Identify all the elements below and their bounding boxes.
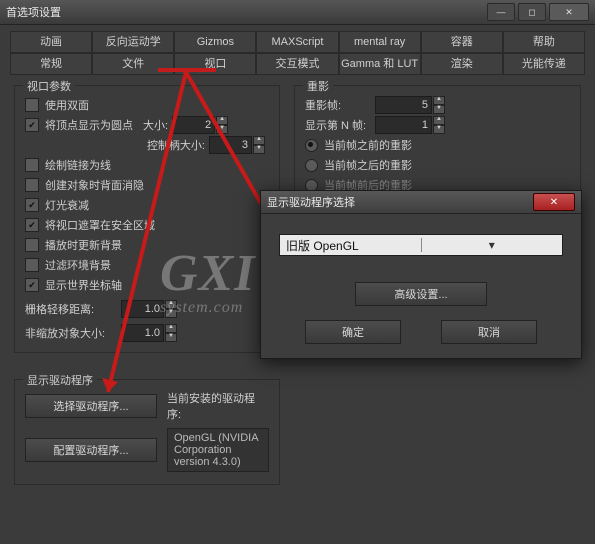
driver-combo[interactable]: 旧版 OpenGL ▾ bbox=[279, 234, 563, 256]
tab-gizmos[interactable]: Gizmos bbox=[174, 31, 256, 53]
chk-light-atten[interactable] bbox=[25, 198, 39, 212]
spin-down-icon[interactable]: ▼ bbox=[433, 125, 445, 134]
spin-up-icon[interactable]: ▲ bbox=[253, 136, 265, 145]
chevron-down-icon: ▾ bbox=[421, 238, 563, 252]
tab-render[interactable]: 渲染 bbox=[421, 53, 503, 75]
chk-vertex-dot[interactable] bbox=[25, 118, 39, 132]
spin-down-icon[interactable]: ▼ bbox=[165, 309, 177, 318]
spin-up-icon[interactable]: ▲ bbox=[165, 324, 177, 333]
lbl-world-axis: 显示世界坐标轴 bbox=[45, 277, 122, 293]
tab-help[interactable]: 帮助 bbox=[503, 31, 585, 53]
window-title: 首选项设置 bbox=[6, 4, 61, 20]
tab-animation[interactable]: 动画 bbox=[10, 31, 92, 53]
driver-combo-value: 旧版 OpenGL bbox=[280, 237, 421, 254]
tab-maxscript[interactable]: MAXScript bbox=[256, 31, 338, 53]
tab-interaction[interactable]: 交互模式 bbox=[256, 53, 338, 75]
group-title: 视口参数 bbox=[23, 78, 75, 94]
titlebar: 首选项设置 — ◻ ✕ bbox=[0, 0, 595, 25]
chk-safe-zone[interactable] bbox=[25, 218, 39, 232]
chk-draw-links[interactable] bbox=[25, 158, 39, 172]
spin-size-input[interactable] bbox=[172, 116, 215, 134]
lbl-ghost-frames: 重影帧: bbox=[305, 97, 375, 113]
maximize-button[interactable]: ◻ bbox=[518, 3, 546, 21]
spin-up-icon[interactable]: ▲ bbox=[433, 96, 445, 105]
tab-mentalray[interactable]: mental ray bbox=[339, 31, 421, 53]
spin-ghost-frames[interactable] bbox=[375, 96, 432, 114]
spin-down-icon[interactable]: ▼ bbox=[165, 333, 177, 342]
current-driver-value: OpenGL (NVIDIA Corporation version 4.3.0… bbox=[167, 428, 269, 472]
spin-down-icon[interactable]: ▼ bbox=[433, 105, 445, 114]
group-title: 重影 bbox=[303, 78, 333, 94]
dialog-title: 显示驱动程序选择 bbox=[267, 194, 355, 210]
spin-up-icon[interactable]: ▲ bbox=[165, 300, 177, 309]
minimize-button[interactable]: — bbox=[487, 3, 515, 21]
radio-before[interactable] bbox=[305, 139, 318, 152]
group-display-driver: 显示驱动程序 选择驱动程序... 当前安装的驱动程序: 配置驱动程序... Op… bbox=[14, 379, 280, 485]
tab-files[interactable]: 文件 bbox=[92, 53, 174, 75]
lbl-draw-links: 绘制链接为线 bbox=[45, 157, 111, 173]
lbl-filter-env: 过滤环境背景 bbox=[45, 257, 111, 273]
group-ghosting: 重影 重影帧: ▲▼ 显示第 N 帧: ▲▼ 当前帧之前的重影 当前帧之后的重影… bbox=[294, 85, 581, 207]
lbl-ghost-nth: 显示第 N 帧: bbox=[305, 117, 375, 133]
dialog-close-button[interactable]: ✕ bbox=[533, 193, 575, 211]
chk-double-side[interactable] bbox=[25, 98, 39, 112]
chk-backface[interactable] bbox=[25, 178, 39, 192]
spin-ghost-nth[interactable] bbox=[375, 116, 432, 134]
lbl-grid-nudge: 栅格轻移距离: bbox=[25, 301, 121, 317]
dialog-titlebar: 显示驱动程序选择 ✕ bbox=[261, 191, 581, 214]
tabs-row-2: 常规 文件 视口 交互模式 Gamma 和 LUT 渲染 光能传递 bbox=[10, 53, 585, 75]
lbl-current-driver: 当前安装的驱动程序: bbox=[167, 390, 269, 422]
spin-up-icon[interactable]: ▲ bbox=[216, 116, 228, 125]
spin-nonscale-input[interactable] bbox=[121, 324, 164, 342]
lbl-nonscale: 非缩放对象大小: bbox=[25, 325, 121, 341]
advanced-settings-button[interactable]: 高级设置... bbox=[355, 282, 487, 306]
lbl-backface: 创建对象时背面消隐 bbox=[45, 177, 144, 193]
tab-ik[interactable]: 反向运动学 bbox=[92, 31, 174, 53]
spin-handle-input[interactable] bbox=[209, 136, 252, 154]
tab-container[interactable]: 容器 bbox=[421, 31, 503, 53]
ok-button[interactable]: 确定 bbox=[305, 320, 401, 344]
lbl-handle-size: 控制柄大小: bbox=[147, 137, 205, 153]
chk-filter-env[interactable] bbox=[25, 258, 39, 272]
spin-down-icon[interactable]: ▼ bbox=[253, 145, 265, 154]
lbl-before: 当前帧之前的重影 bbox=[324, 137, 412, 153]
tabs-row-1: 动画 反向运动学 Gizmos MAXScript mental ray 容器 … bbox=[10, 31, 585, 53]
lbl-play-bg: 播放时更新背景 bbox=[45, 237, 122, 253]
chk-world-axis[interactable] bbox=[25, 278, 39, 292]
tab-gamma[interactable]: Gamma 和 LUT bbox=[339, 53, 421, 75]
radio-after[interactable] bbox=[305, 159, 318, 172]
lbl-double-side: 使用双面 bbox=[45, 97, 89, 113]
config-driver-button[interactable]: 配置驱动程序... bbox=[25, 438, 157, 462]
lbl-size: 大小: bbox=[143, 117, 168, 133]
driver-select-dialog: 显示驱动程序选择 ✕ 旧版 OpenGL ▾ 高级设置... 确定 取消 bbox=[260, 190, 582, 359]
spin-down-icon[interactable]: ▼ bbox=[216, 125, 228, 134]
spin-up-icon[interactable]: ▲ bbox=[433, 116, 445, 125]
chk-play-bg[interactable] bbox=[25, 238, 39, 252]
tab-radiosity[interactable]: 光能传递 bbox=[503, 53, 585, 75]
tab-general[interactable]: 常规 bbox=[10, 53, 92, 75]
spin-grid-input[interactable] bbox=[121, 300, 164, 318]
tab-viewport[interactable]: 视口 bbox=[174, 53, 256, 75]
lbl-safe-zone: 将视口遮罩在安全区域 bbox=[45, 217, 155, 233]
lbl-light-atten: 灯光衰减 bbox=[45, 197, 89, 213]
group-title: 显示驱动程序 bbox=[23, 372, 97, 388]
group-viewport-params: 视口参数 使用双面 将顶点显示为圆点 大小: ▲▼ 控制柄大小: ▲▼ 绘制链接… bbox=[14, 85, 280, 353]
cancel-button[interactable]: 取消 bbox=[441, 320, 537, 344]
lbl-after: 当前帧之后的重影 bbox=[324, 157, 412, 173]
close-button[interactable]: ✕ bbox=[549, 3, 589, 21]
lbl-vertex-dot: 将顶点显示为圆点 bbox=[45, 117, 133, 133]
choose-driver-button[interactable]: 选择驱动程序... bbox=[25, 394, 157, 418]
